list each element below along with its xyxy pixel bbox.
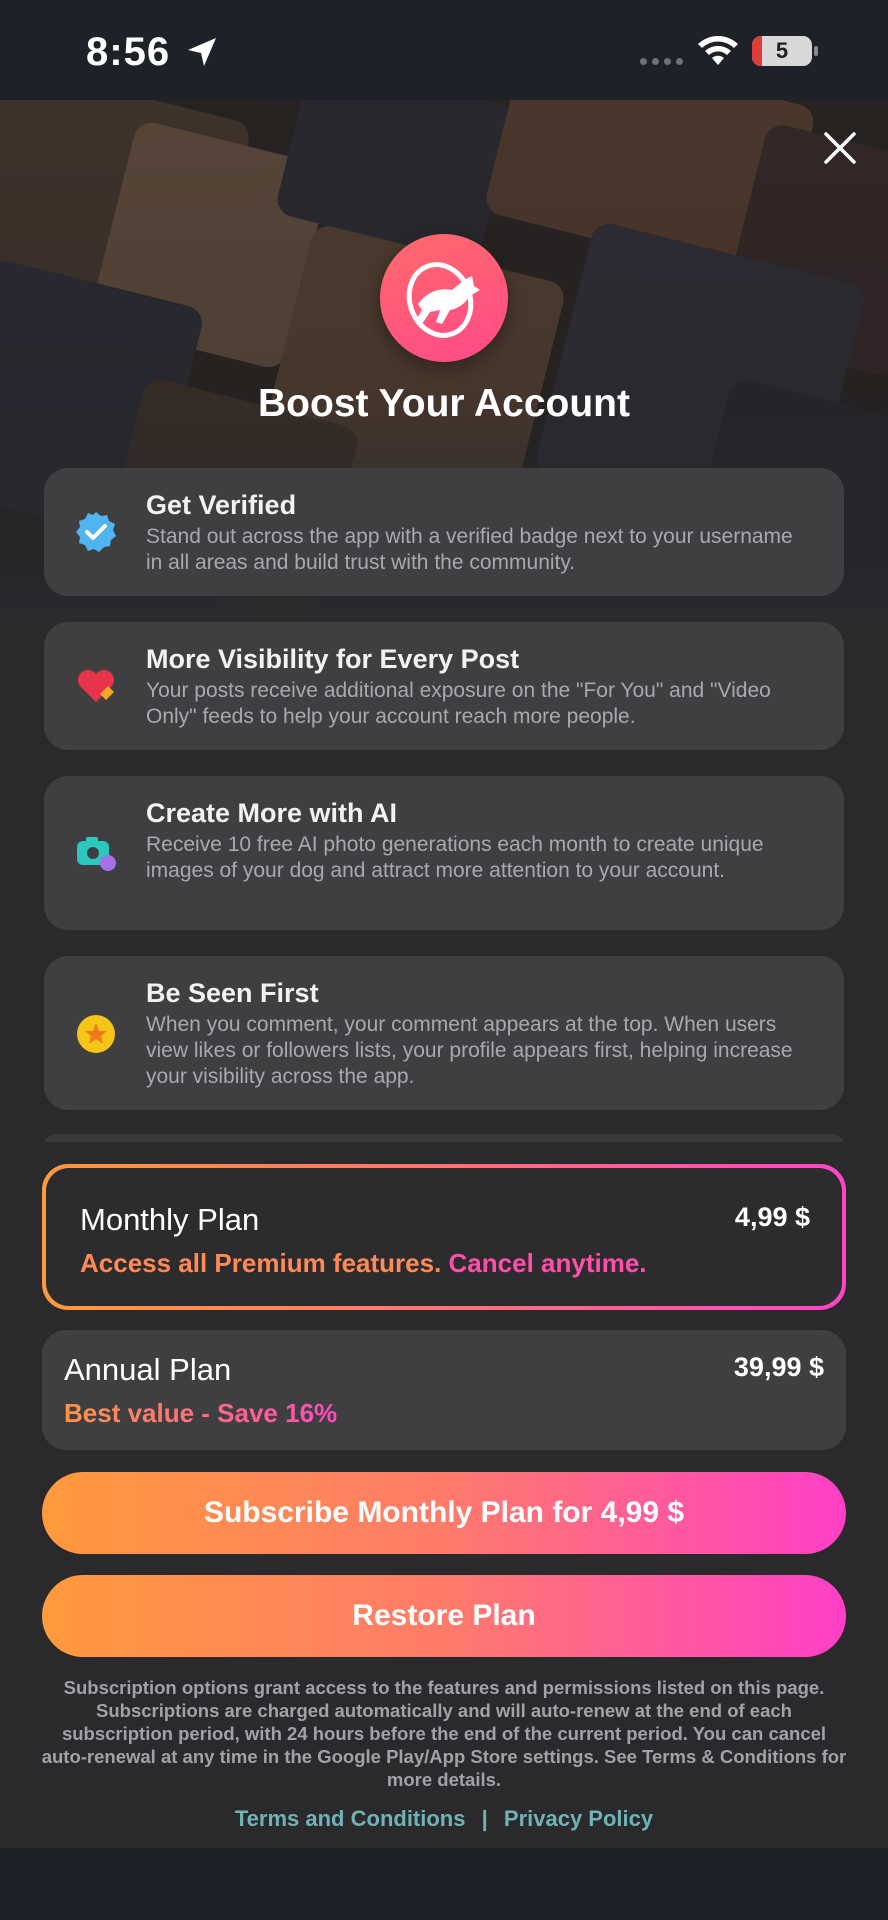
link-separator: |: [481, 1806, 488, 1831]
plan-price: 4,99 $: [734, 1202, 810, 1232]
footer-links: Terms and Conditions | Privacy Policy: [0, 1806, 888, 1832]
star-icon: [77, 1015, 115, 1053]
feature-title: More Visibility for Every Post: [146, 644, 520, 674]
close-icon[interactable]: [820, 128, 860, 168]
privacy-link[interactable]: Privacy Policy: [504, 1806, 653, 1831]
terms-link[interactable]: Terms and Conditions: [235, 1806, 466, 1831]
plan-subtitle-a: Access all Premium features.: [80, 1248, 442, 1278]
plan-price: 39,99 $: [733, 1352, 824, 1382]
restore-button[interactable]: Restore Plan: [42, 1575, 846, 1657]
status-bar: 8:56 5: [0, 0, 888, 100]
plan-option-annual[interactable]: Annual Plan 39,99 $ Best value - Save 16…: [42, 1330, 846, 1450]
verified-badge-icon: [76, 512, 116, 552]
plan-option-monthly[interactable]: Monthly Plan 4,99 $ Access all Premium f…: [42, 1164, 846, 1310]
location-arrow-icon: [188, 38, 216, 66]
subscribe-button[interactable]: Subscribe Monthly Plan for 4,99 $: [42, 1472, 846, 1554]
page-title: Boost Your Account: [258, 382, 630, 425]
plan-subtitle: Best value - Save 16%: [64, 1398, 338, 1428]
cellular-signal-icon: [640, 58, 683, 65]
feature-title: Get Verified: [146, 490, 297, 520]
feature-description: Your posts receive additional exposure o…: [146, 679, 771, 728]
camera-icon: [77, 837, 116, 871]
feature-title: Create More with AI: [146, 798, 398, 828]
feature-description: When you comment, your comment appears a…: [146, 1013, 793, 1088]
battery-icon: 5: [752, 36, 812, 66]
feature-card-verified: Get Verified Stand out across the app wi…: [44, 468, 844, 596]
plan-name: Monthly Plan: [80, 1202, 260, 1237]
feature-card-ai: Create More with AI Receive 10 free AI p…: [44, 776, 844, 930]
wifi-icon: [698, 36, 738, 65]
feature-title: Be Seen First: [146, 978, 319, 1008]
plan-subtitle: Access all Premium features. Cancel anyt…: [80, 1248, 647, 1279]
battery-level: 5: [775, 38, 789, 63]
feature-card-visibility: More Visibility for Every Post Your post…: [44, 622, 844, 750]
feature-description: Receive 10 free AI photo generations eac…: [146, 833, 764, 882]
plan-name: Annual Plan: [64, 1352, 232, 1387]
feature-card-seen-first: Be Seen First When you comment, your com…: [44, 956, 844, 1110]
legal-text: Subscription options grant access to the…: [41, 1677, 847, 1790]
dog-hoop-icon: [406, 262, 480, 338]
feature-description: Stand out across the app with a verified…: [146, 525, 793, 574]
status-time: 8:56: [86, 30, 171, 74]
heart-icon: [78, 670, 114, 702]
plan-subtitle-b: Cancel anytime.: [448, 1248, 647, 1278]
app-logo: [380, 234, 508, 362]
